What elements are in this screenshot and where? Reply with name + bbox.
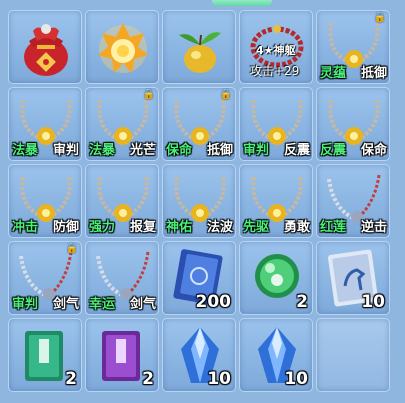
item-tag-primary: 灵蕴 <box>320 66 347 81</box>
inventory-slot-1[interactable] <box>8 10 82 84</box>
item-tag-primary: 法暴 <box>89 143 116 158</box>
item-tag-secondary: 勇敢 <box>283 220 310 235</box>
item-tag-primary: 法暴 <box>12 143 39 158</box>
item-tags: 红莲 逆击 <box>320 220 387 235</box>
item-tags: 法暴 光芒 <box>89 143 156 158</box>
inventory-slot-24[interactable]: 10 <box>239 318 313 392</box>
item-tags: 灵蕴 抵御 <box>320 66 387 81</box>
item-quantity: 10 <box>361 292 385 312</box>
item-tags: 冲击 防御 <box>12 220 79 235</box>
inventory-slot-22[interactable]: 2 <box>85 318 159 392</box>
item-tag-primary: 幸运 <box>89 297 116 312</box>
lock-icon: 🔒 <box>142 89 155 100</box>
item-tag-primary: 保命 <box>166 143 193 158</box>
item-tag-secondary: 保命 <box>360 143 387 158</box>
item-tag-primary: 审判 <box>12 297 39 312</box>
lock-icon: 🔒 <box>373 12 386 23</box>
item-tag-primary: 冲击 <box>12 220 39 235</box>
inventory-slot-8[interactable]: 🔒 保命 抵御 <box>162 87 236 161</box>
item-tag-primary: 红莲 <box>320 220 347 235</box>
item-tag-secondary: 法波 <box>206 220 233 235</box>
inventory-slot-16[interactable]: 🔒 审判 剑气 <box>8 241 82 315</box>
inventory-slot-12[interactable]: 强力 报复 <box>85 164 159 238</box>
item-tags: 先驱 勇敢 <box>243 220 310 235</box>
item-tag-primary: 审判 <box>243 143 270 158</box>
inventory-slot-11[interactable]: 冲击 防御 <box>8 164 82 238</box>
lucky-bag-icon <box>24 24 68 76</box>
item-tags: 法暴 审判 <box>12 143 79 158</box>
item-tags: 强力 报复 <box>89 220 156 235</box>
inventory-slot-5[interactable]: 🔒 灵蕴 抵御 <box>316 10 390 84</box>
item-tags: 审判 剑气 <box>12 297 79 312</box>
inventory-slot-20[interactable]: 10 <box>316 241 390 315</box>
item-badge: 4★神躯 <box>256 44 296 57</box>
item-tag-secondary: 光芒 <box>129 143 156 158</box>
item-quantity: 2 <box>296 292 308 312</box>
item-tags: 保命 抵御 <box>166 143 233 158</box>
item-tag-secondary: 审判 <box>52 143 79 158</box>
inventory-slot-17[interactable]: 幸运 剑气 <box>85 241 159 315</box>
item-tag-secondary: 抵御 <box>206 143 233 158</box>
item-tag-secondary: 报复 <box>129 220 156 235</box>
tab-indicator[interactable] <box>212 0 272 6</box>
inventory-slot-23[interactable]: 10 <box>162 318 236 392</box>
item-quantity: 200 <box>195 292 232 312</box>
item-tag-primary: 先驱 <box>243 220 270 235</box>
inventory-slot-19[interactable]: 2 <box>239 241 313 315</box>
item-tag-secondary: 抵御 <box>360 66 387 81</box>
item-tag-primary: 反震 <box>320 143 347 158</box>
item-tag-secondary: 防御 <box>52 220 79 235</box>
item-tag-secondary: 剑气 <box>52 297 79 312</box>
golden-fruit-icon <box>179 32 221 73</box>
item-tag-secondary: 逆击 <box>360 220 387 235</box>
item-stat: 攻击+29 <box>250 64 300 78</box>
inventory-slot-18[interactable]: 200 <box>162 241 236 315</box>
inventory-slot-empty[interactable] <box>316 318 390 392</box>
item-quantity: 10 <box>284 369 308 389</box>
item-tag-secondary: 剑气 <box>129 297 156 312</box>
item-tags: 神佑 法波 <box>166 220 233 235</box>
item-tags: 幸运 剑气 <box>89 297 156 312</box>
inventory-slot-13[interactable]: 神佑 法波 <box>162 164 236 238</box>
inventory-slot-4[interactable]: 4★神躯 攻击+29 <box>239 10 313 84</box>
item-tags: 反震 保命 <box>320 143 387 158</box>
item-quantity: 2 <box>65 369 77 389</box>
item-tag-primary: 强力 <box>89 220 116 235</box>
item-tag-secondary: 反震 <box>283 143 310 158</box>
inventory-slot-21[interactable]: 2 <box>8 318 82 392</box>
inventory-slot-6[interactable]: 法暴 审判 <box>8 87 82 161</box>
inventory-slot-9[interactable]: 审判 反震 <box>239 87 313 161</box>
inventory-slot-3[interactable] <box>162 10 236 84</box>
inventory-slot-14[interactable]: 先驱 勇敢 <box>239 164 313 238</box>
item-quantity: 10 <box>207 369 231 389</box>
inventory-grid: 4★神躯 攻击+29 🔒 灵蕴 抵御 法暴 审判 🔒 法暴 光芒 🔒 保命 抵御… <box>8 10 390 392</box>
item-tags: 审判 反震 <box>243 143 310 158</box>
inventory-slot-15[interactable]: 红莲 逆击 <box>316 164 390 238</box>
inventory-slot-7[interactable]: 🔒 法暴 光芒 <box>85 87 159 161</box>
golden-flame-orb-icon <box>98 23 148 73</box>
inventory-slot-10[interactable]: 反震 保命 <box>316 87 390 161</box>
item-tag-primary: 神佑 <box>166 220 193 235</box>
item-quantity: 2 <box>142 369 154 389</box>
lock-icon: 🔒 <box>65 243 78 254</box>
inventory-slot-2[interactable] <box>85 10 159 84</box>
lock-icon: 🔒 <box>219 89 232 100</box>
